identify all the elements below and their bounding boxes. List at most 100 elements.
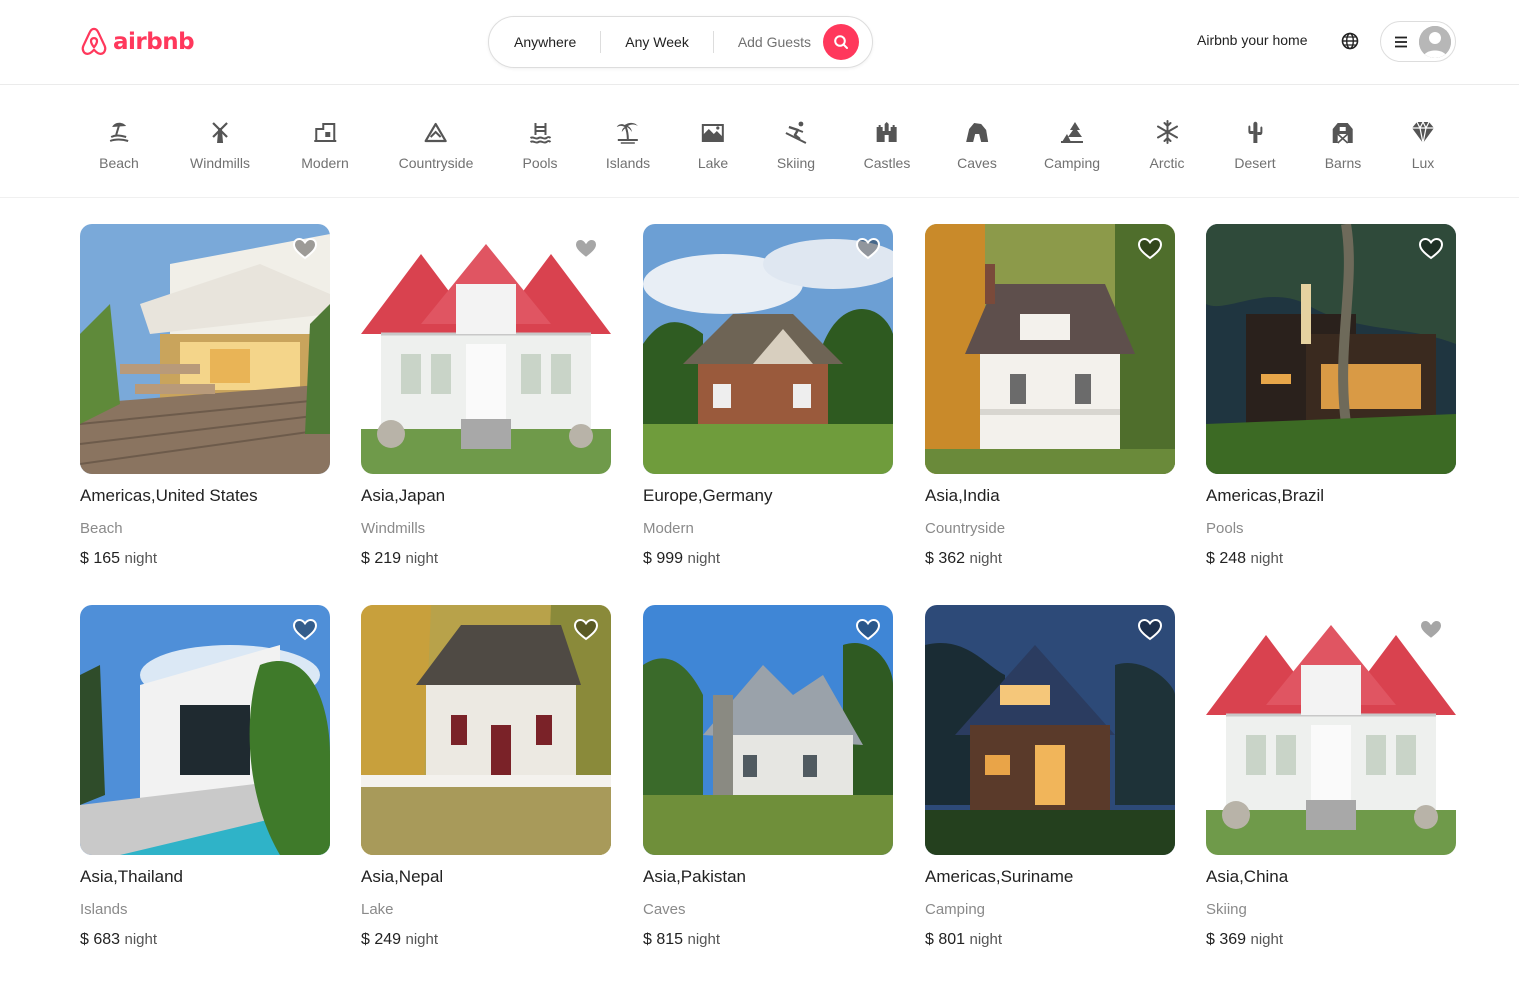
search-bar[interactable]: Anywhere Any Week Add Guests	[488, 16, 873, 68]
price-unit: night	[969, 550, 1003, 567]
heart-icon[interactable]	[1418, 617, 1444, 643]
category-label: Lux	[1411, 155, 1435, 171]
hamburger-icon	[1395, 36, 1407, 47]
price-amount: $ 683	[80, 931, 121, 948]
listing-photo[interactable]	[925, 605, 1175, 855]
lake-icon	[701, 124, 724, 142]
listing-price: $ 369 night	[1206, 931, 1456, 949]
listing-price: $ 362 night	[925, 550, 1175, 568]
category-label: Modern	[301, 155, 349, 171]
category-camping[interactable]: Camping	[1044, 119, 1100, 171]
search-anywhere[interactable]: Anywhere	[489, 31, 600, 53]
listing-card[interactable]: Europe,Germany Modern $ 999 night	[643, 224, 893, 568]
category-lake[interactable]: Lake	[698, 119, 728, 171]
top-header: airbnb Anywhere Any Week Add Guests Airb…	[0, 0, 1519, 85]
heart-icon[interactable]	[292, 617, 318, 643]
category-label: Skiing	[776, 155, 816, 171]
listing-photo[interactable]	[361, 224, 611, 474]
heart-icon[interactable]	[1418, 236, 1444, 262]
listing-location: Americas,United States	[80, 486, 258, 505]
category-countryside[interactable]: Countryside	[398, 119, 474, 171]
camping-icon	[1061, 122, 1083, 143]
listing-card[interactable]: Asia,Nepal Lake $ 249 night	[361, 605, 611, 949]
listing-location: Asia,Nepal	[361, 867, 444, 886]
listing-card[interactable]: Americas,Suriname Camping $ 801 night	[925, 605, 1175, 949]
airbnb-logo[interactable]: airbnb	[79, 26, 195, 58]
category-label: Windmills	[190, 155, 250, 171]
category-islands[interactable]: Islands	[606, 119, 650, 171]
listing-photo[interactable]	[925, 224, 1175, 474]
listing-price: $ 683 night	[80, 931, 330, 949]
listing-card[interactable]: Asia,China Skiing $ 369 night	[1206, 605, 1456, 949]
listing-photo[interactable]	[1206, 605, 1456, 855]
category-beach[interactable]: Beach	[99, 119, 139, 171]
search-button[interactable]	[822, 24, 859, 60]
listing-photo[interactable]	[643, 605, 893, 855]
category-arctic[interactable]: Arctic	[1150, 119, 1185, 171]
diamond-icon	[1412, 120, 1434, 144]
price-amount: $ 999	[643, 550, 684, 567]
listing-card[interactable]: Americas,Brazil Pools $ 248 night	[1206, 224, 1456, 568]
category-windmills[interactable]: Windmills	[190, 119, 250, 171]
category-castles[interactable]: Castles	[863, 119, 911, 171]
heart-icon[interactable]	[573, 617, 599, 643]
listing-location: Asia,Thailand	[80, 867, 184, 886]
snowflake-icon	[1156, 120, 1178, 144]
category-label: Countryside	[398, 155, 474, 171]
category-label: Arctic	[1149, 155, 1185, 171]
price-amount: $ 369	[1206, 931, 1247, 948]
listing-price: $ 165 night	[80, 550, 330, 568]
heart-icon[interactable]	[1137, 617, 1163, 643]
heart-icon[interactable]	[292, 236, 318, 262]
category-label: Caves	[957, 155, 997, 171]
user-menu-button[interactable]	[1380, 21, 1456, 62]
globe-icon[interactable]	[1340, 31, 1360, 51]
listing-card[interactable]: Americas,United States Beach $ 165 night	[80, 224, 330, 568]
barn-icon	[1332, 123, 1353, 144]
listing-card[interactable]: Asia,Pakistan Caves $ 815 night	[643, 605, 893, 949]
heart-icon[interactable]	[573, 236, 599, 262]
category-modern[interactable]: Modern	[301, 119, 349, 171]
listing-type: Lake	[361, 901, 394, 918]
skiing-icon	[785, 121, 807, 144]
category-caves[interactable]: Caves	[957, 119, 997, 171]
listing-location: Asia,Japan	[361, 486, 446, 505]
heart-icon[interactable]	[855, 236, 881, 262]
search-add-guests[interactable]: Add Guests	[714, 31, 823, 53]
category-skiing[interactable]: Skiing	[777, 119, 815, 171]
category-label: Beach	[99, 155, 139, 171]
listing-card[interactable]: Asia,India Countryside $ 362 night	[925, 224, 1175, 568]
listing-photo[interactable]	[80, 605, 330, 855]
airbnb-logo-icon	[81, 27, 107, 55]
avatar	[1419, 25, 1451, 58]
listing-photo[interactable]	[643, 224, 893, 474]
listing-type: Islands	[80, 901, 128, 918]
listing-card[interactable]: Asia,Japan Windmills $ 219 night	[361, 224, 611, 568]
search-any-week[interactable]: Any Week	[601, 31, 713, 53]
category-pools[interactable]: Pools	[522, 119, 558, 171]
listing-location: Europe,Germany	[643, 486, 773, 505]
category-label: Barns	[1324, 155, 1362, 171]
listing-photo[interactable]	[1206, 224, 1456, 474]
category-label: Lake	[697, 155, 729, 171]
pool-icon	[529, 123, 551, 144]
price-amount: $ 801	[925, 931, 966, 948]
host-link[interactable]: Airbnb your home	[1197, 32, 1308, 48]
heart-icon[interactable]	[1137, 236, 1163, 262]
castle-icon	[877, 122, 897, 142]
logo-text: airbnb	[113, 29, 195, 55]
price-amount: $ 248	[1206, 550, 1247, 567]
price-amount: $ 219	[361, 550, 402, 567]
category-label: Desert	[1234, 155, 1276, 171]
listing-photo[interactable]	[361, 605, 611, 855]
category-label: Castles	[863, 155, 911, 171]
listing-photo[interactable]	[80, 224, 330, 474]
price-unit: night	[1250, 550, 1284, 567]
price-amount: $ 815	[643, 931, 684, 948]
listing-card[interactable]: Asia,Thailand Islands $ 683 night	[80, 605, 330, 949]
category-barns[interactable]: Barns	[1324, 119, 1362, 171]
listing-price: $ 248 night	[1206, 550, 1456, 568]
category-lux[interactable]: Lux	[1410, 119, 1436, 171]
heart-icon[interactable]	[855, 617, 881, 643]
category-desert[interactable]: Desert	[1234, 119, 1276, 171]
